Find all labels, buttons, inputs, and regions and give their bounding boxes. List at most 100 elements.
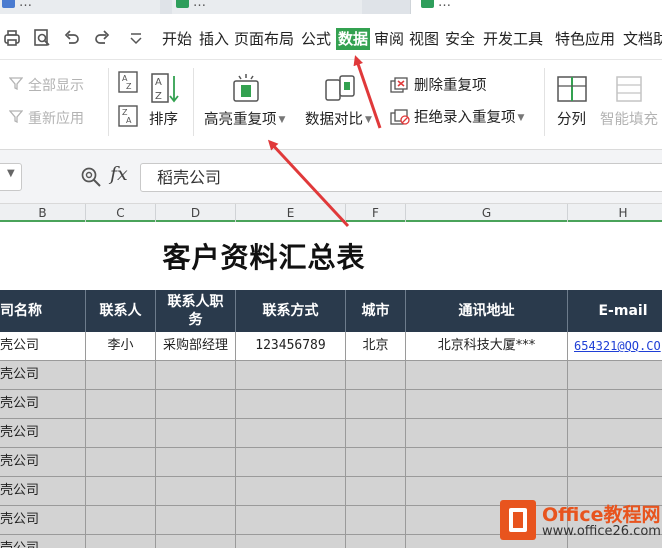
column-header-e[interactable]: E [236, 204, 346, 222]
cell-company[interactable]: 壳公司 [0, 477, 86, 506]
highlight-duplicates-button[interactable]: 高亮重复项 ▼ [204, 110, 285, 130]
zoom-search-icon[interactable] [80, 166, 102, 188]
text-to-columns-button[interactable]: 分列 [557, 110, 586, 130]
cell-empty[interactable] [568, 448, 662, 477]
cell-empty[interactable] [346, 448, 406, 477]
cell-empty[interactable] [236, 477, 346, 506]
sort-icon[interactable]: AZ [150, 72, 180, 106]
cell-empty[interactable] [568, 419, 662, 448]
column-header-c[interactable]: C [86, 204, 156, 222]
cell-company[interactable]: 壳公司 [0, 361, 86, 390]
menu-security[interactable]: 安全 [443, 28, 477, 50]
customize-dropdown-icon[interactable] [126, 28, 146, 48]
cell-empty[interactable] [406, 361, 568, 390]
header-contact-position[interactable]: 联系人职务 [156, 290, 236, 332]
cell-empty[interactable] [156, 419, 236, 448]
print-icon[interactable] [2, 28, 22, 48]
header-contact-method[interactable]: 联系方式 [236, 290, 346, 332]
reapply-button[interactable]: 重新应用 [8, 109, 84, 129]
cell-empty[interactable] [86, 506, 156, 535]
cell-email-link[interactable]: 654321@QQ.CO [568, 332, 662, 361]
menu-data[interactable]: 数据 [336, 28, 371, 50]
menu-insert[interactable]: 插入 [197, 28, 231, 50]
document-tab-3-active[interactable]: … [410, 0, 662, 14]
cell-empty[interactable] [568, 390, 662, 419]
smart-fill-button[interactable]: 智能填充 [600, 110, 658, 130]
remove-duplicates-button[interactable]: 删除重复项 [390, 76, 487, 98]
column-header-h[interactable]: H [568, 204, 662, 222]
header-company-name[interactable]: 司名称 [0, 290, 86, 332]
cell-empty[interactable] [86, 419, 156, 448]
cell-empty[interactable] [236, 419, 346, 448]
cell-empty[interactable] [156, 506, 236, 535]
cell-empty[interactable] [156, 535, 236, 548]
cell-empty[interactable] [86, 477, 156, 506]
cell-empty[interactable] [406, 448, 568, 477]
cell-empty[interactable] [346, 506, 406, 535]
cell-phone[interactable]: 123456789 [236, 332, 346, 361]
column-header-b[interactable]: B [0, 204, 86, 222]
cell-empty[interactable] [406, 419, 568, 448]
document-tab-2[interactable]: … [172, 0, 362, 14]
menu-review[interactable]: 审阅 [372, 28, 406, 50]
document-tab-1[interactable]: … [0, 0, 160, 14]
cell-empty[interactable] [236, 506, 346, 535]
cell-empty[interactable] [156, 390, 236, 419]
menu-view[interactable]: 视图 [407, 28, 441, 50]
cell-empty[interactable] [86, 448, 156, 477]
cell-empty[interactable] [156, 477, 236, 506]
cell-empty[interactable] [86, 535, 156, 548]
sort-descending-icon[interactable]: ZA [116, 104, 140, 128]
name-box-dropdown[interactable]: ▼ [0, 163, 22, 191]
cell-contact[interactable]: 李小 [86, 332, 156, 361]
cell-empty[interactable] [346, 419, 406, 448]
cell-empty[interactable] [236, 535, 346, 548]
cell-empty[interactable] [346, 390, 406, 419]
cell-position[interactable]: 采购部经理 [156, 332, 236, 361]
column-header-d[interactable]: D [156, 204, 236, 222]
cell-empty[interactable] [156, 448, 236, 477]
cell-empty[interactable] [86, 390, 156, 419]
column-header-f[interactable]: F [346, 204, 406, 222]
cell-company[interactable]: 壳公司 [0, 535, 86, 548]
cell-company[interactable]: 壳公司 [0, 419, 86, 448]
menu-developer-tools[interactable]: 开发工具 [481, 28, 545, 50]
cell-company[interactable]: 壳公司 [0, 448, 86, 477]
header-city[interactable]: 城市 [346, 290, 406, 332]
formula-input[interactable]: 稻壳公司 [140, 163, 662, 192]
data-compare-button[interactable]: 数据对比 ▼ [305, 110, 372, 130]
menu-page-layout[interactable]: 页面布局 [232, 28, 296, 50]
header-address[interactable]: 通讯地址 [406, 290, 568, 332]
cell-city[interactable]: 北京 [346, 332, 406, 361]
cell-empty[interactable] [236, 390, 346, 419]
menu-special-apps[interactable]: 特色应用 [553, 28, 617, 50]
undo-icon[interactable] [62, 28, 82, 48]
cell-empty[interactable] [406, 390, 568, 419]
menu-doc-assistant[interactable]: 文档助 [621, 28, 662, 50]
menu-home[interactable]: 开始 [160, 28, 194, 50]
cell-empty[interactable] [346, 477, 406, 506]
cell-empty[interactable] [346, 361, 406, 390]
cell-empty[interactable] [568, 361, 662, 390]
cell-company[interactable]: 壳公司 [0, 390, 86, 419]
cell-empty[interactable] [156, 361, 236, 390]
cell-empty[interactable] [236, 361, 346, 390]
fx-icon[interactable]: fx [110, 163, 128, 185]
column-header-g[interactable]: G [406, 204, 568, 222]
cell-company[interactable]: 壳公司 [0, 332, 86, 361]
cell-company[interactable]: 壳公司 [0, 506, 86, 535]
cell-empty[interactable] [86, 361, 156, 390]
show-all-button[interactable]: 全部显示 [8, 76, 84, 96]
redo-icon[interactable] [92, 28, 112, 48]
chevron-down-icon: ▼ [517, 113, 525, 123]
print-preview-icon[interactable] [32, 28, 52, 48]
header-email[interactable]: E-mail [568, 290, 662, 332]
sort-button[interactable]: 排序 [149, 110, 178, 130]
menu-formulas[interactable]: 公式 [299, 28, 333, 50]
reject-duplicates-button[interactable]: 拒绝录入重复项 ▼ [390, 108, 524, 130]
sort-ascending-icon[interactable]: AZ [116, 70, 140, 94]
cell-empty[interactable] [236, 448, 346, 477]
cell-address[interactable]: 北京科技大厦*** [406, 332, 568, 361]
header-contact[interactable]: 联系人 [86, 290, 156, 332]
cell-empty[interactable] [346, 535, 406, 548]
